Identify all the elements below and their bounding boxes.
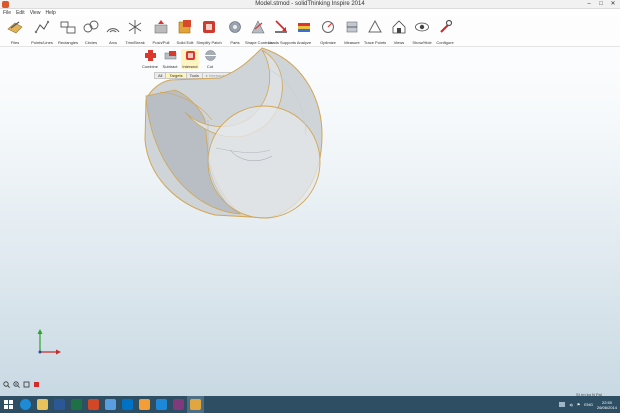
zoom-out-icon[interactable] [13, 381, 20, 388]
windows-logo-icon [4, 400, 13, 409]
taskbar-outlook[interactable] [119, 396, 136, 413]
fit-view-icon[interactable] [23, 381, 30, 388]
taskbar-file-explorer[interactable] [34, 396, 51, 413]
zoom-icon[interactable] [3, 381, 10, 388]
taskbar-onenote[interactable] [170, 396, 187, 413]
axis-triad [37, 329, 61, 355]
powerpoint-icon [88, 399, 99, 410]
word-icon [54, 399, 65, 410]
viewport-canvas[interactable] [0, 0, 620, 413]
keyboard-language[interactable]: ENG [584, 402, 593, 407]
taskbar-word[interactable] [51, 396, 68, 413]
taskbar-solidthinking[interactable] [187, 396, 204, 413]
taskbar-internet-explorer[interactable] [17, 396, 34, 413]
lync-icon [156, 399, 167, 410]
media-player-icon [139, 399, 150, 410]
clock-date: 26/06/2014 [596, 404, 617, 410]
excel-icon [71, 399, 82, 410]
model-shape[interactable] [144, 47, 323, 219]
taskbar-lync[interactable] [153, 396, 170, 413]
solidthinking-icon [190, 399, 201, 410]
start-button[interactable] [0, 396, 17, 413]
taskbar-powerpoint[interactable] [85, 396, 102, 413]
stop-icon[interactable] [33, 381, 40, 388]
taskbar-onedrive[interactable] [102, 396, 119, 413]
cloud-icon [105, 399, 116, 410]
internet-explorer-icon [20, 399, 31, 410]
clock[interactable]: 22:50 26/06/2014 [597, 400, 617, 410]
onenote-icon [173, 399, 184, 410]
taskbar: ◂) ⚑ ENG 22:50 26/06/2014 [0, 396, 620, 413]
volume-icon[interactable]: ◂) [569, 402, 572, 407]
taskbar-media-player[interactable] [136, 396, 153, 413]
outlook-icon [122, 399, 133, 410]
system-tray: ◂) ⚑ ENG 22:50 26/06/2014 [559, 396, 617, 413]
view-tools [3, 381, 40, 388]
flag-icon[interactable]: ⚑ [577, 402, 581, 407]
network-icon[interactable] [559, 402, 566, 407]
folder-icon [37, 399, 48, 410]
taskbar-excel[interactable] [68, 396, 85, 413]
